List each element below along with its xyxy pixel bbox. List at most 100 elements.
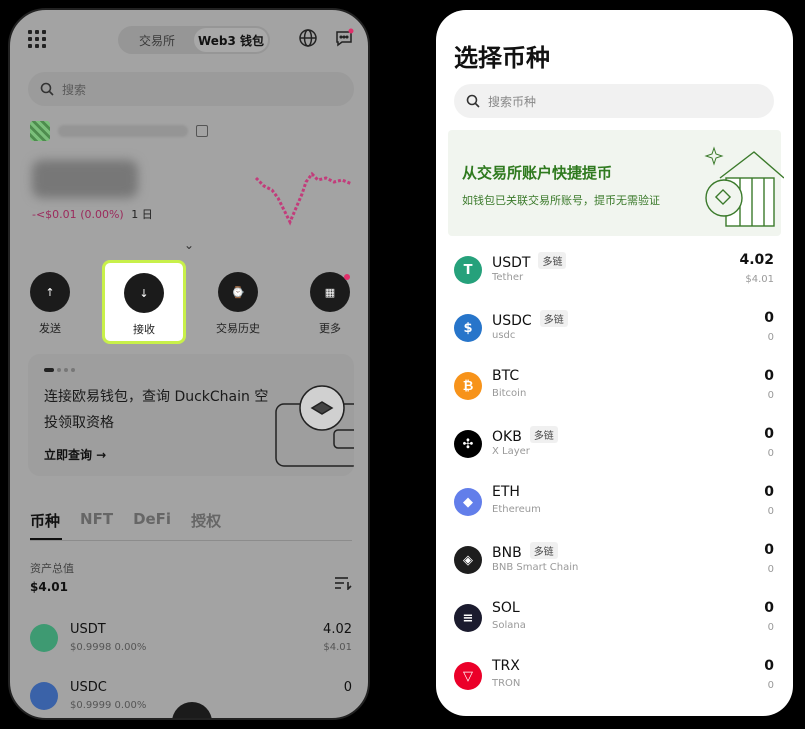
account-row[interactable] xyxy=(30,120,208,142)
token-symbol: USDT xyxy=(70,622,106,637)
history-button[interactable]: ⌚ 交易历史 xyxy=(198,272,278,336)
copy-icon[interactable] xyxy=(196,125,208,137)
token-amount: 4.02 xyxy=(323,622,352,637)
apps-grid-icon[interactable] xyxy=(28,30,46,48)
tab-defi[interactable]: DeFi xyxy=(133,510,171,531)
token-symbol: USDC xyxy=(70,680,107,695)
token-row-sol[interactable]: ≡ SOL Solana 0 0 xyxy=(454,594,774,652)
change-period: 1 日 xyxy=(131,208,153,221)
token-symbol: USDT 多链 xyxy=(492,252,567,271)
token-value: $4.01 xyxy=(323,642,352,653)
tab-exchange[interactable]: 交易所 xyxy=(120,28,194,52)
divider xyxy=(30,540,352,541)
send-label: 发送 xyxy=(39,322,61,335)
multichain-badge: 多链 xyxy=(538,252,567,269)
chevron-down-icon[interactable]: ⌄ xyxy=(184,238,194,252)
tab-approvals[interactable]: 授权 xyxy=(191,510,221,531)
history-label: 交易历史 xyxy=(216,322,260,335)
tab-tokens[interactable]: 币种 xyxy=(30,510,60,531)
token-amount: 0 xyxy=(343,680,352,695)
token-value: 0 xyxy=(767,564,774,575)
eth-icon: ◆ xyxy=(454,488,482,516)
token-value: $4.01 xyxy=(745,274,774,285)
token-row-btc[interactable]: ₿ BTC Bitcoin 0 0 xyxy=(454,362,774,420)
bank-illustration-icon xyxy=(704,146,784,227)
total-assets-value: $4.01 xyxy=(30,580,68,594)
token-amount: 0 xyxy=(764,426,774,442)
history-icon: ⌚ xyxy=(218,272,258,312)
btc-icon: ₿ xyxy=(454,372,482,400)
exchange-withdraw-banner[interactable]: 从交易所账户快捷提币 如钱包已关联交易所账号，提币无需验证 xyxy=(448,130,784,236)
tab-nft[interactable]: NFT xyxy=(80,510,113,531)
balance-change: -<$0.01 (0.00%) 1 日 xyxy=(32,206,153,222)
token-row[interactable]: USDT $0.9998 0.00% 4.02 $4.01 xyxy=(30,618,352,662)
search-placeholder: 搜索 xyxy=(62,82,87,97)
globe-icon[interactable] xyxy=(298,28,318,48)
token-symbol: BNB 多链 xyxy=(492,542,558,561)
arrow-up-icon: ↑ xyxy=(30,272,70,312)
token-value: 0 xyxy=(767,390,774,401)
message-icon[interactable] xyxy=(334,28,354,48)
banner-text: 连接欧易钱包，查询 DuckChain 空投领取资格 xyxy=(44,389,269,431)
asset-tabs: 币种 NFT DeFi 授权 xyxy=(30,510,221,531)
sol-icon: ≡ xyxy=(454,604,482,632)
send-button[interactable]: ↑ 发送 xyxy=(10,272,90,336)
multichain-badge: 多链 xyxy=(539,310,568,327)
more-label: 更多 xyxy=(319,322,341,335)
token-network: TRON xyxy=(492,678,521,689)
token-price: $0.9998 0.00% xyxy=(70,642,147,653)
usdt-icon: T xyxy=(454,256,482,284)
token-symbol: USDC 多链 xyxy=(492,310,568,329)
token-value: 0 xyxy=(767,448,774,459)
token-amount: 4.02 xyxy=(739,252,774,268)
token-search-input[interactable]: 搜索币种 xyxy=(454,84,774,118)
okb-icon: ✣ xyxy=(454,430,482,458)
bnb-icon: ◈ xyxy=(454,546,482,574)
token-value: 0 xyxy=(767,622,774,633)
top-bar: 交易所 Web3 钱包 xyxy=(10,20,368,60)
token-row-trx[interactable]: ▽ TRX TRON 0 0 xyxy=(454,652,774,710)
token-network: Solana xyxy=(492,620,526,631)
token-amount: 0 xyxy=(764,368,774,384)
search-placeholder: 搜索币种 xyxy=(488,94,537,109)
action-bar: ↑ 发送 ↓ 接收 ⌚ 交易历史 ▦ 更多 xyxy=(10,260,368,352)
token-value: 0 xyxy=(767,332,774,343)
sort-icon[interactable] xyxy=(334,576,352,590)
change-amount: -<$0.01 xyxy=(32,208,77,221)
token-row-usdc[interactable]: $ USDC 多链 usdc 0 0 xyxy=(454,304,774,362)
promo-title: 从交易所账户快捷提币 xyxy=(462,164,613,182)
token-network: Tether xyxy=(492,272,524,283)
carousel-dots xyxy=(44,368,75,372)
more-button[interactable]: ▦ 更多 xyxy=(290,272,368,336)
token-amount: 0 xyxy=(764,484,774,500)
wallet-illustration-icon xyxy=(275,385,354,467)
token-symbol: TRX xyxy=(492,658,520,674)
token-amount: 0 xyxy=(764,310,774,326)
token-symbol: BTC xyxy=(492,368,520,384)
arrow-down-icon: ↓ xyxy=(124,273,164,313)
token-amount: 0 xyxy=(764,542,774,558)
change-percent: (0.00%) xyxy=(80,208,124,221)
page-title: 选择币种 xyxy=(454,44,550,72)
token-row-eth[interactable]: ◆ ETH Ethereum 0 0 xyxy=(454,478,774,536)
select-token-screen: 选择币种 搜索币种 从交易所账户快捷提币 如钱包已关联交易所账号，提币无需验证 … xyxy=(436,10,793,716)
banner-cta-link[interactable]: 立即查询 → xyxy=(44,446,106,463)
usdc-icon: $ xyxy=(454,314,482,342)
promo-subtitle: 如钱包已关联交易所账号，提币无需验证 xyxy=(462,194,660,207)
account-name-blurred xyxy=(58,125,188,137)
token-network: Ethereum xyxy=(492,504,541,515)
receive-button[interactable]: ↓ 接收 xyxy=(102,260,186,344)
token-symbol: ETH xyxy=(492,484,520,500)
search-input[interactable]: 搜索 xyxy=(28,72,354,106)
token-symbol: OKB 多链 xyxy=(492,426,558,445)
token-amount: 0 xyxy=(764,600,774,616)
promo-banner[interactable]: 连接欧易钱包，查询 DuckChain 空投领取资格 立即查询 → xyxy=(28,354,354,476)
token-row-okb[interactable]: ✣ OKB 多链 X Layer 0 0 xyxy=(454,420,774,478)
trx-icon: ▽ xyxy=(454,662,482,690)
token-symbol: SOL xyxy=(492,600,520,616)
token-row-bnb[interactable]: ◈ BNB 多链 BNB Smart Chain 0 0 xyxy=(454,536,774,594)
token-row-usdt[interactable]: T USDT 多链 Tether 4.02 $4.01 xyxy=(454,246,774,304)
wallet-home-screen: 交易所 Web3 钱包 搜索 -<$0.01 (0.00%) 1 日 ⌄ ↑ 发… xyxy=(8,8,370,720)
search-icon xyxy=(40,82,54,96)
tab-web3-wallet[interactable]: Web3 钱包 xyxy=(194,28,268,52)
